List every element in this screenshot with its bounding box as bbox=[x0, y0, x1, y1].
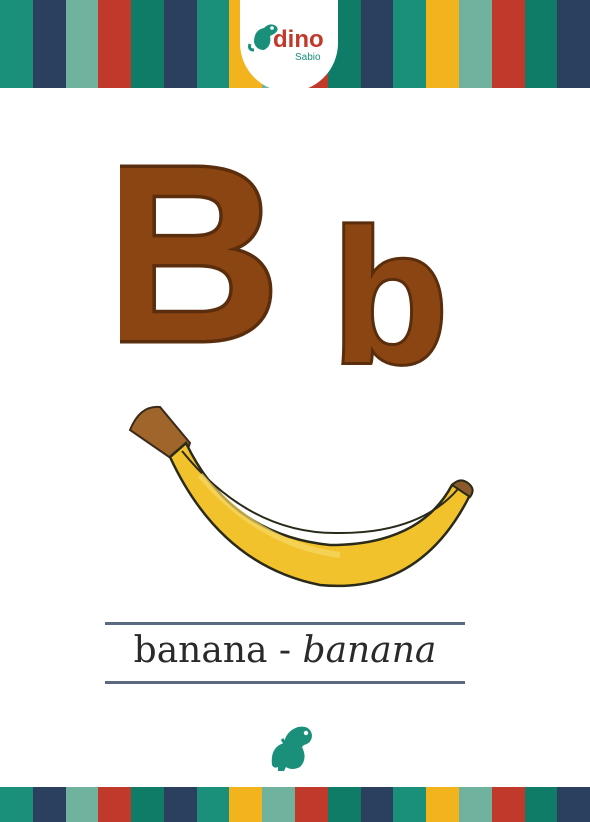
stripe-segment bbox=[131, 787, 164, 822]
stripe-segment bbox=[196, 0, 230, 88]
stripe-segment bbox=[458, 0, 492, 88]
word-caption: banana - banana bbox=[105, 622, 465, 686]
stripe-segment bbox=[98, 0, 132, 88]
word-separator: - bbox=[267, 630, 303, 671]
stripe-segment bbox=[393, 0, 427, 88]
stripe-segment bbox=[557, 0, 590, 88]
stripe-segment bbox=[65, 0, 99, 88]
stripe-segment bbox=[0, 787, 33, 822]
bottom-stripe-border bbox=[0, 787, 590, 822]
dinosaur-icon bbox=[266, 717, 322, 773]
stripe-segment bbox=[458, 787, 492, 822]
stripe-segment bbox=[491, 787, 525, 822]
word-spanish: banana bbox=[133, 630, 268, 671]
caption-top-rule bbox=[105, 622, 465, 625]
stripe-segment bbox=[32, 787, 66, 822]
logo-badge: dino Sabio bbox=[240, 0, 338, 92]
banana-illustration bbox=[90, 385, 500, 610]
stripe-segment bbox=[163, 787, 197, 822]
letter-lowercase: b bbox=[332, 191, 448, 380]
stripe-segment bbox=[295, 787, 328, 822]
stripe-segment bbox=[131, 0, 164, 88]
stripe-segment bbox=[524, 0, 558, 88]
stripe-segment bbox=[557, 787, 590, 822]
stripe-segment bbox=[262, 787, 296, 822]
stripe-segment bbox=[327, 787, 361, 822]
stripe-segment bbox=[196, 787, 230, 822]
logo-name: dino bbox=[273, 26, 324, 53]
stripe-segment bbox=[65, 787, 99, 822]
stripe-segment bbox=[163, 0, 197, 88]
stripe-segment bbox=[98, 787, 132, 822]
stripe-segment bbox=[360, 787, 394, 822]
stripe-segment bbox=[524, 787, 558, 822]
caption-bottom-rule bbox=[105, 681, 465, 684]
stripe-segment bbox=[0, 0, 33, 88]
stripe-segment bbox=[426, 0, 459, 88]
logo-sub: Sabio bbox=[295, 52, 321, 63]
letter-display: B b bbox=[96, 111, 480, 407]
stripe-segment bbox=[229, 787, 263, 822]
stripe-segment bbox=[393, 787, 427, 822]
word-translation: banana bbox=[302, 630, 437, 671]
stripe-segment bbox=[360, 0, 394, 88]
stripe-segment bbox=[491, 0, 525, 88]
stripe-segment bbox=[32, 0, 66, 88]
letter-uppercase: B bbox=[120, 130, 280, 380]
stripe-segment bbox=[426, 787, 459, 822]
word-text: banana - banana bbox=[105, 630, 465, 671]
